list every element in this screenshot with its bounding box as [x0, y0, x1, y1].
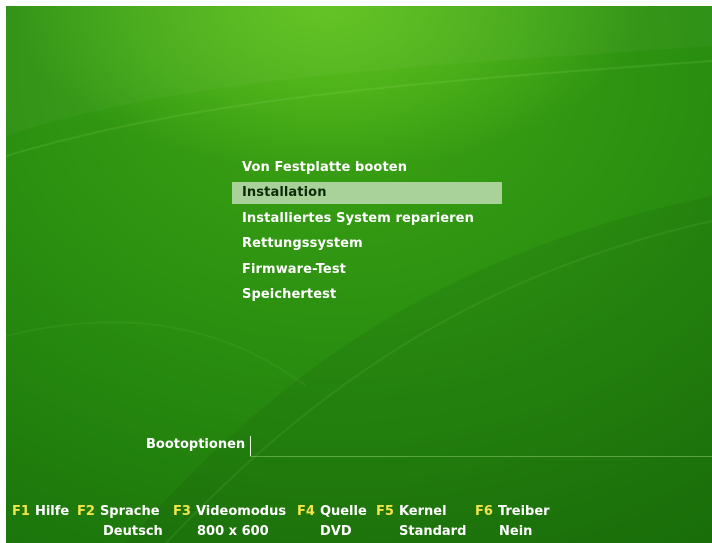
fkey-f3-value: 800 x 600	[197, 524, 269, 539]
menu-item-memory-test[interactable]: Speichertest	[232, 284, 502, 306]
fkey-f2-label: Sprache	[99, 504, 160, 519]
menu-item-boot-from-harddisk[interactable]: Von Festplatte booten	[232, 157, 502, 179]
menu-item-firmware-test[interactable]: Firmware-Test	[232, 259, 502, 281]
fkey-f4-source[interactable]: F4 Quelle	[297, 504, 367, 519]
fkey-f2-key: F2	[77, 504, 95, 519]
bootoptions-label: Bootoptionen	[146, 437, 246, 452]
bootoptions-input[interactable]	[250, 436, 712, 457]
fkey-f4-key: F4	[297, 504, 315, 519]
fkey-f1-key: F1	[12, 504, 30, 519]
fkey-f6-driver[interactable]: F6 Treiber	[475, 504, 550, 519]
fkey-f6-value: Nein	[499, 524, 533, 539]
fkey-f2-value: Deutsch	[103, 524, 163, 539]
menu-item-installation[interactable]: Installation	[232, 182, 502, 205]
fkey-f5-key: F5	[376, 504, 394, 519]
fkey-f2-language[interactable]: F2 Sprache	[77, 504, 160, 519]
fkey-f5-value: Standard	[399, 524, 467, 539]
menu-item-rescue-system[interactable]: Rettungssystem	[232, 233, 502, 255]
fkey-f6-label: Treiber	[497, 504, 550, 519]
menu-item-repair-installed-system[interactable]: Installiertes System reparieren	[232, 208, 502, 230]
boot-screen: Von Festplatte booten Installation Insta…	[6, 6, 712, 543]
fkey-f3-videomode[interactable]: F3 Videomodus	[173, 504, 286, 519]
fkey-f3-label: Videomodus	[195, 504, 287, 519]
fkey-f5-label: Kernel	[398, 504, 447, 519]
fkey-f1-help[interactable]: F1 Hilfe	[12, 504, 69, 519]
fkey-f4-value: DVD	[320, 524, 352, 539]
fkey-f4-label: Quelle	[319, 504, 367, 519]
fkey-f1-label: Hilfe	[34, 504, 70, 519]
fkey-f6-key: F6	[475, 504, 493, 519]
fkey-f5-kernel[interactable]: F5 Kernel	[376, 504, 447, 519]
text-cursor	[250, 436, 251, 456]
fkey-f3-key: F3	[173, 504, 191, 519]
boot-menu: Von Festplatte booten Installation Insta…	[232, 157, 502, 309]
